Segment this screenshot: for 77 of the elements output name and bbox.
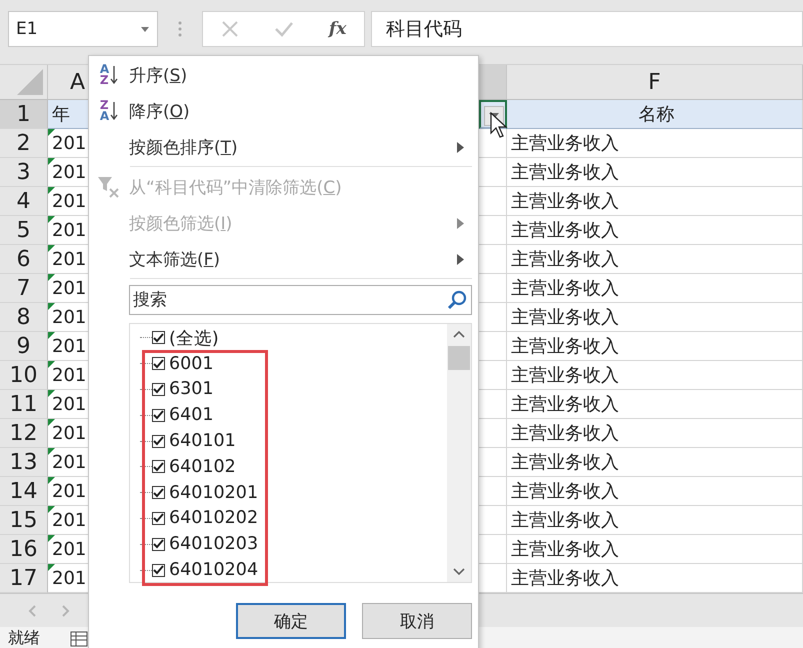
row-header[interactable]: 13 [0, 448, 48, 477]
value-label: 64010203 [169, 534, 258, 554]
table-cell: 主营业务收入 [507, 448, 803, 477]
dialog-button[interactable]: 取消 [362, 603, 472, 639]
mouse-pointer-icon [490, 112, 508, 138]
table-cell: 主营业务收入 [507, 216, 803, 245]
value-label: 64010201 [169, 482, 258, 503]
value-label: 640101 [169, 431, 236, 452]
table-cell: 主营业务收入 [507, 506, 803, 535]
search-field[interactable]: 搜索 [129, 285, 472, 315]
row-header[interactable]: 17 [0, 564, 48, 593]
table-cell: 主营业务收入 [507, 274, 803, 303]
scroll-down-icon[interactable] [453, 568, 465, 576]
checkbox[interactable] [152, 486, 165, 500]
checkbox[interactable] [152, 382, 165, 396]
value-label: 6001 [169, 354, 214, 374]
row-header[interactable]: 7 [0, 274, 48, 303]
row-header[interactable]: 1 [0, 100, 48, 129]
menu-item-label: 从“科目代码”中清除筛选(C) [129, 176, 342, 198]
check-icon[interactable] [274, 21, 294, 37]
row-header[interactable]: 6 [0, 245, 48, 274]
checkbox[interactable] [152, 357, 165, 370]
table-cell: 主营业务收入 [507, 419, 803, 448]
row-header[interactable]: 10 [0, 361, 48, 390]
row-header[interactable]: 3 [0, 158, 48, 187]
table-cell: 主营业务收入 [507, 303, 803, 332]
table-cell: 主营业务收入 [507, 535, 803, 564]
menu-item-label: 按颜色筛选(I) [129, 212, 232, 234]
row-header[interactable]: 16 [0, 535, 48, 564]
row-header[interactable]: 5 [0, 216, 48, 245]
table-cell: 主营业务收入 [507, 332, 803, 361]
menu-item-label: 文本筛选(F) [129, 248, 220, 270]
checkbox[interactable] [152, 512, 165, 525]
checkbox[interactable] [152, 564, 165, 577]
scrollbar-thumb[interactable] [448, 346, 470, 370]
table-cell: 主营业务收入 [507, 129, 803, 158]
value-label: (全选) [169, 328, 219, 350]
table-cell: 主营业务收入 [507, 477, 803, 506]
table-cell: 主营业务收入 [507, 390, 803, 419]
caret-icon [141, 26, 149, 32]
table-cell: 主营业务收入 [507, 187, 803, 216]
table-cell: 主营业务收入 [507, 158, 803, 187]
dialog-button[interactable]: 确定 [236, 603, 346, 639]
formula-field[interactable]: 科目代码 [371, 11, 803, 47]
column-header[interactable]: F [507, 65, 803, 99]
menu-item-label: 按颜色排序(T) [129, 136, 238, 158]
checkbox[interactable] [152, 331, 165, 344]
scrollbar[interactable] [447, 324, 471, 582]
row-header[interactable]: 9 [0, 332, 48, 361]
value-label: 64010202 [169, 508, 258, 528]
scroll-up-icon[interactable] [453, 330, 465, 338]
checkbox[interactable] [152, 538, 165, 551]
value-label: 6301 [169, 379, 214, 400]
clear-filter-icon [97, 176, 121, 198]
table-cell: 主营业务收入 [507, 361, 803, 390]
row-header[interactable]: 8 [0, 303, 48, 332]
row-header[interactable]: 11 [0, 390, 48, 419]
row-header[interactable]: 15 [0, 506, 48, 535]
menu-item-label: 升序(S) [129, 64, 188, 86]
insert-function-button[interactable]: fx [328, 19, 346, 39]
value-label: 64010204 [169, 560, 258, 580]
search-icon [447, 290, 467, 310]
row-header[interactable]: 2 [0, 129, 48, 158]
status-text: 就绪 [8, 628, 40, 648]
value-label: 640102 [169, 456, 236, 477]
table-cell: 名称 [507, 100, 803, 129]
table-cell: 主营业务收入 [507, 245, 803, 274]
menu-item-label: 降序(O) [129, 100, 190, 122]
checkbox[interactable] [152, 460, 165, 474]
name-box[interactable]: E1 [8, 11, 158, 47]
checkbox[interactable] [152, 408, 165, 422]
checkbox[interactable] [152, 434, 165, 448]
grip-icon [178, 21, 182, 37]
row-header[interactable]: 14 [0, 477, 48, 506]
row-header[interactable]: 12 [0, 419, 48, 448]
row-header[interactable]: 4 [0, 187, 48, 216]
value-label: 6401 [169, 405, 214, 426]
